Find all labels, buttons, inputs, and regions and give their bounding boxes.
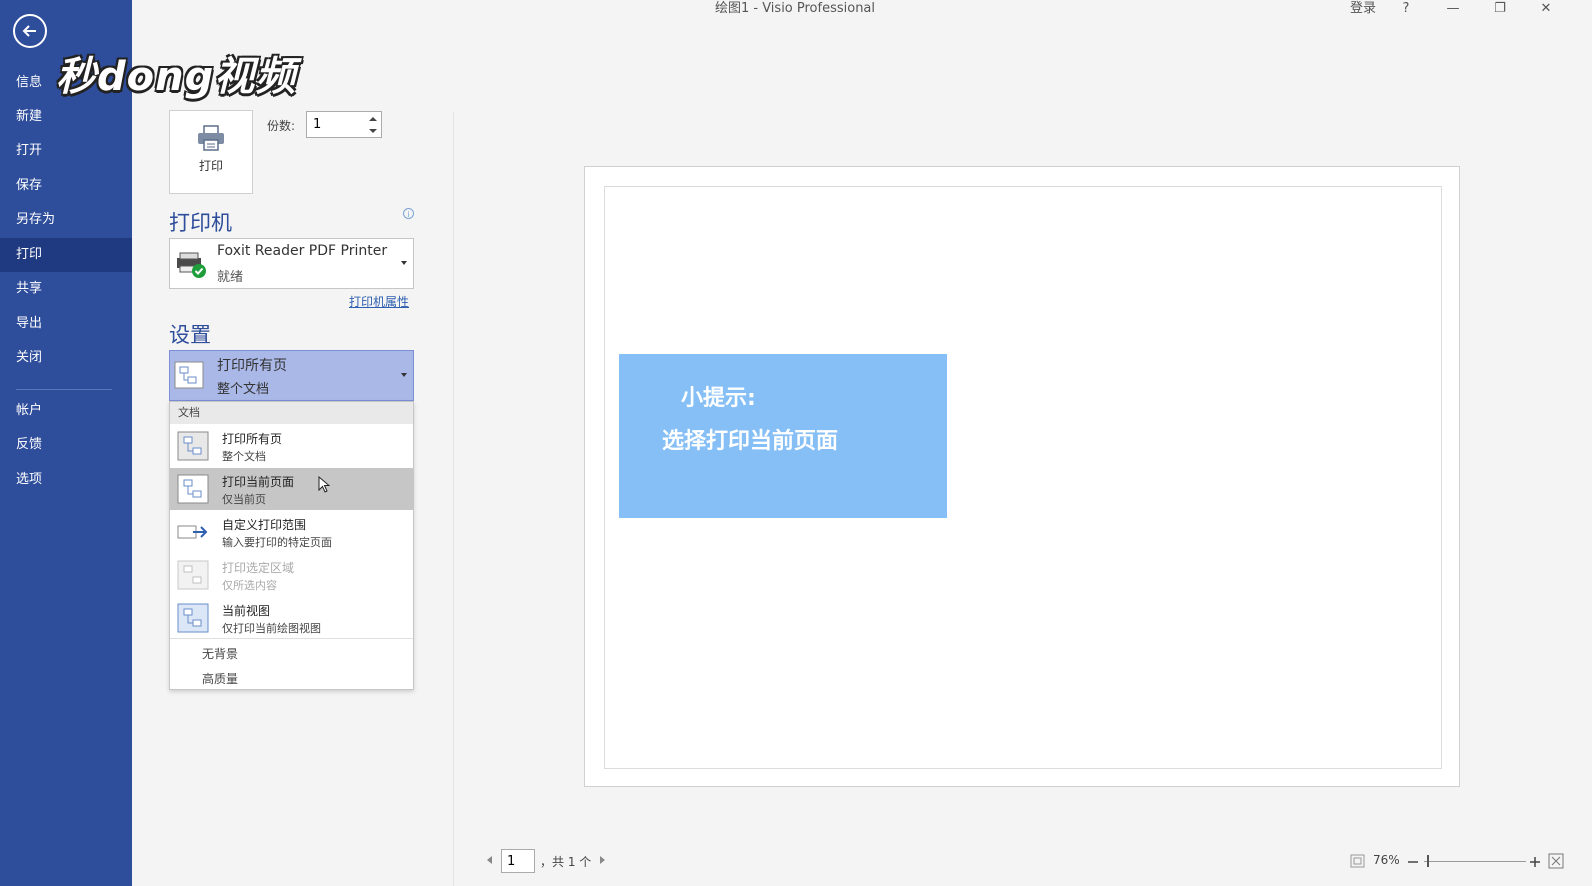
- option-subtitle: 整个文档: [222, 450, 266, 463]
- copies-stepper[interactable]: [306, 111, 382, 138]
- print-button-label: 打印: [198, 159, 223, 173]
- window-title: 绘图1 - Visio Professional: [714, 1, 876, 16]
- option-print-all-pages[interactable]: 打印所有页 整个文档: [170, 425, 413, 467]
- print-button[interactable]: 打印: [169, 110, 253, 194]
- minimize-button[interactable]: —: [1440, 0, 1466, 17]
- option-custom-range[interactable]: 自定义打印范围 输入要打印的特定页面: [170, 511, 413, 553]
- dropdown-separator: [170, 638, 413, 639]
- option-subtitle: 仅所选内容: [222, 579, 277, 592]
- zoom-slider-thumb[interactable]: [1427, 855, 1429, 867]
- copies-label: 份数:: [267, 119, 296, 133]
- option-no-background[interactable]: 无背景: [202, 645, 238, 662]
- chevron-down-icon: [401, 373, 407, 377]
- next-page-icon[interactable]: [600, 856, 605, 864]
- page-total: ，共 1 个: [540, 855, 592, 869]
- info-icon[interactable]: i: [403, 208, 414, 219]
- selected-range-title: 打印所有页: [217, 358, 287, 374]
- zoom-out-icon[interactable]: [1407, 856, 1419, 868]
- all-pages-icon: [174, 361, 204, 389]
- zoom-in-icon[interactable]: [1529, 856, 1541, 868]
- printer-properties-link[interactable]: 打印机属性: [349, 293, 409, 310]
- nav-new[interactable]: 新建: [0, 100, 132, 134]
- print-range-select[interactable]: 打印所有页 整个文档: [169, 350, 414, 401]
- back-button[interactable]: [13, 14, 47, 48]
- current-page-icon: [177, 474, 209, 504]
- help-button[interactable]: ?: [1396, 0, 1416, 17]
- nav-save-as[interactable]: 另存为: [0, 203, 132, 237]
- pane-divider: [453, 112, 454, 886]
- spin-down-icon[interactable]: [369, 129, 377, 133]
- close-button[interactable]: ✕: [1533, 0, 1559, 17]
- chevron-down-icon: [401, 261, 407, 265]
- restore-button[interactable]: ❐: [1487, 0, 1513, 17]
- option-title: 打印所有页: [222, 432, 283, 446]
- mouse-cursor-icon: [318, 476, 330, 493]
- option-title: 当前视图: [222, 604, 271, 618]
- nav-save[interactable]: 保存: [0, 169, 132, 203]
- printer-name: Foxit Reader PDF Printer: [217, 243, 388, 259]
- nav-separator: [16, 389, 112, 390]
- option-print-current-page[interactable]: 打印当前页面 仅当前页: [170, 468, 413, 510]
- nav-export[interactable]: 导出: [0, 307, 132, 341]
- back-arrow-icon: [22, 25, 36, 37]
- backstage-sidebar: 信息 新建 打开 保存 另存为 打印 共享 导出 关闭 帐户 反馈 选项: [0, 0, 132, 886]
- current-view-icon: [177, 603, 209, 633]
- print-range-dropdown: 文档 打印所有页 整个文档 打印当前页面 仅当前页 自定义打印范围 输入要打印的…: [169, 401, 414, 690]
- selected-range-subtitle: 整个文档: [217, 382, 270, 397]
- custom-range-icon: [177, 525, 208, 539]
- dropdown-section-header: 文档: [170, 402, 413, 424]
- option-current-view[interactable]: 当前视图 仅打印当前绘图视图: [170, 597, 413, 639]
- nav-options[interactable]: 选项: [0, 463, 132, 497]
- watermark-logo: 秒dong视频: [56, 54, 297, 100]
- option-subtitle: 仅当前页: [222, 493, 266, 506]
- previous-page-icon[interactable]: [487, 856, 492, 864]
- nav-account[interactable]: 帐户: [0, 394, 132, 428]
- printer-ready-icon: [177, 252, 206, 278]
- tip-body: 选择打印当前页面: [662, 429, 839, 454]
- option-subtitle: 输入要打印的特定页面: [222, 536, 332, 549]
- spin-up-icon[interactable]: [369, 117, 377, 121]
- nav-close[interactable]: 关闭: [0, 341, 132, 375]
- selection-icon: [177, 560, 209, 590]
- nav-print[interactable]: 打印: [0, 238, 132, 272]
- nav-open[interactable]: 打开: [0, 134, 132, 168]
- nav-feedback[interactable]: 反馈: [0, 428, 132, 462]
- option-title: 打印选定区域: [222, 561, 295, 575]
- nav-share[interactable]: 共享: [0, 272, 132, 306]
- fit-window-icon[interactable]: [1548, 853, 1564, 869]
- printer-status: 就绪: [217, 270, 244, 285]
- option-high-quality[interactable]: 高质量: [202, 670, 238, 687]
- printer-icon: [198, 125, 224, 151]
- page-number-field[interactable]: [501, 849, 535, 873]
- page-number-input[interactable]: [507, 851, 531, 872]
- copies-input[interactable]: [313, 113, 363, 136]
- login-button[interactable]: 登录: [1343, 0, 1383, 17]
- printer-heading: 打印机: [169, 211, 232, 235]
- zoom-level: 76%: [1373, 853, 1400, 867]
- fit-page-icon[interactable]: [1350, 854, 1365, 868]
- tip-title: 小提示:: [681, 386, 756, 411]
- all-pages-icon: [177, 431, 209, 461]
- settings-heading: 设置: [169, 323, 211, 347]
- option-print-selection: 打印选定区域 仅所选内容: [170, 554, 413, 596]
- zoom-slider-track[interactable]: [1424, 861, 1526, 862]
- option-title: 打印当前页面: [222, 475, 295, 489]
- printer-select[interactable]: Foxit Reader PDF Printer 就绪: [169, 238, 414, 289]
- option-title: 自定义打印范围: [222, 518, 307, 532]
- option-subtitle: 仅打印当前绘图视图: [222, 622, 321, 635]
- tip-overlay: 小提示: 选择打印当前页面: [619, 354, 947, 518]
